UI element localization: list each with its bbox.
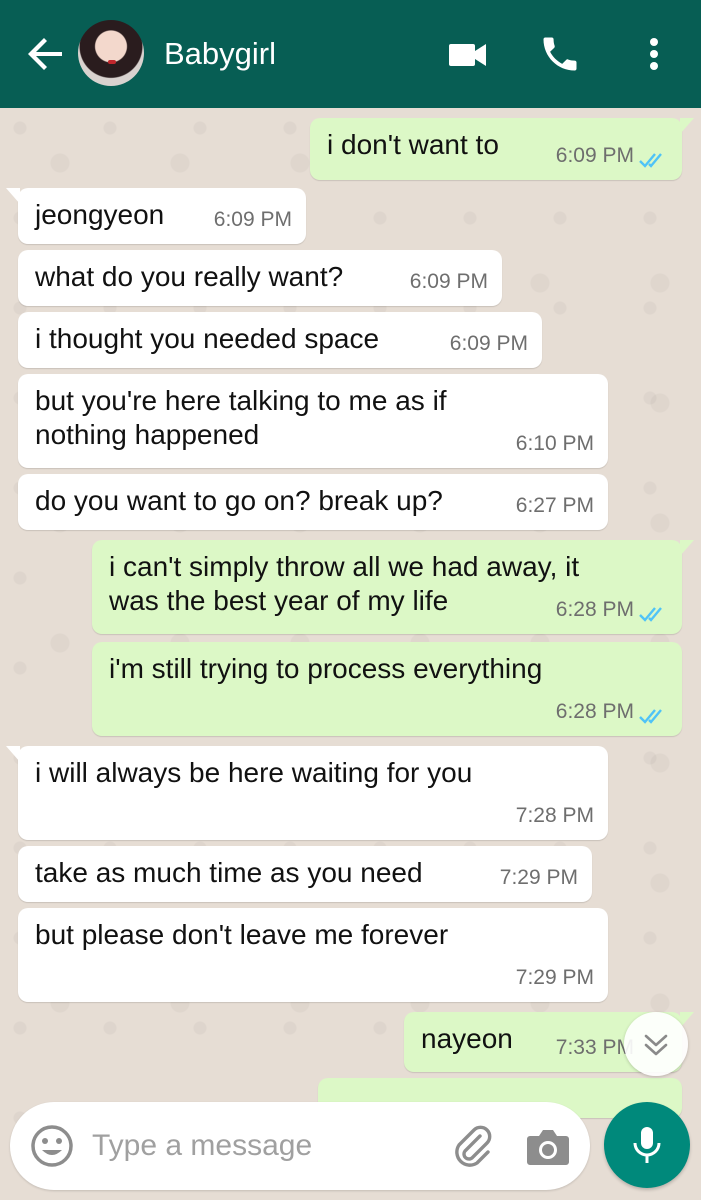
message-incoming[interactable]: what do you really want? 6:09 PM	[18, 250, 502, 306]
message-incoming[interactable]: take as much time as you need 7:29 PM	[18, 846, 592, 902]
message-text: i'm still trying to process everything	[109, 653, 543, 684]
message-incoming[interactable]: i will always be here waiting for you 7:…	[6, 746, 608, 840]
message-time: 6:28 PM	[555, 700, 634, 723]
message-text: but you're here talking to me as if noth…	[35, 385, 447, 450]
contact-name[interactable]: Babygirl	[164, 36, 276, 72]
message-time: 6:27 PM	[515, 494, 594, 517]
message-incoming[interactable]: but please don't leave me forever 7:29 P…	[18, 908, 608, 1002]
message-outgoing[interactable]: i can't simply throw all we had away, it…	[92, 540, 694, 634]
message-time: 6:28 PM	[555, 598, 634, 621]
double-chevron-down-icon	[644, 1034, 668, 1056]
message-incoming[interactable]: do you want to go on? break up? 6:27 PM	[18, 474, 608, 530]
bubble-tail	[680, 118, 694, 134]
bubble-tail	[6, 746, 20, 762]
message-time: 6:09 PM	[449, 332, 528, 355]
avatar[interactable]	[78, 20, 144, 86]
mic-button[interactable]	[604, 1102, 690, 1188]
message-outgoing[interactable]: i'm still trying to process everything 6…	[92, 642, 682, 736]
message-incoming[interactable]: i thought you needed space 6:09 PM	[18, 312, 542, 368]
message-time: 7:33 PM	[555, 1036, 634, 1059]
back-arrow-icon[interactable]	[22, 30, 70, 78]
message-time: 6:09 PM	[409, 270, 488, 293]
message-time: 7:29 PM	[499, 866, 578, 889]
message-incoming[interactable]: jeongyeon 6:09 PM	[6, 188, 306, 244]
message-input[interactable]	[92, 1124, 422, 1168]
more-vert-icon[interactable]	[632, 32, 676, 76]
message-composer	[10, 1102, 590, 1190]
double-check-icon	[639, 709, 662, 724]
paperclip-icon[interactable]	[450, 1124, 496, 1170]
double-check-icon	[639, 607, 662, 622]
bubble-tail	[6, 188, 20, 204]
scroll-down-button[interactable]	[624, 1012, 688, 1076]
message-outgoing[interactable]: i don't want to 6:09 PM	[310, 118, 694, 180]
double-check-icon	[639, 153, 662, 168]
message-text: i will always be here waiting for you	[35, 757, 473, 788]
message-time: 6:10 PM	[515, 432, 594, 455]
message-incoming[interactable]: but you're here talking to me as if noth…	[18, 374, 608, 468]
bubble-tail	[680, 540, 694, 556]
mic-icon	[633, 1127, 661, 1163]
message-text: do you want to go on? break up?	[35, 485, 443, 516]
message-time: 7:28 PM	[515, 804, 594, 827]
message-text: but please don't leave me forever	[35, 919, 449, 950]
phone-icon[interactable]	[538, 32, 582, 76]
videocam-icon[interactable]	[446, 32, 490, 76]
message-time: 6:09 PM	[555, 144, 634, 167]
message-text: take as much time as you need	[35, 857, 423, 888]
camera-icon[interactable]	[524, 1124, 572, 1170]
message-time: 7:29 PM	[515, 966, 594, 989]
emoji-icon[interactable]	[28, 1122, 76, 1170]
chat-header: Babygirl	[0, 0, 701, 108]
message-time: 6:09 PM	[213, 208, 292, 231]
